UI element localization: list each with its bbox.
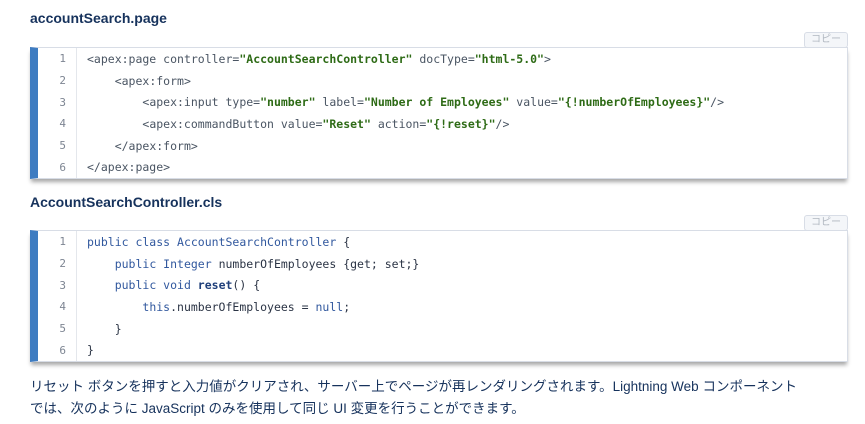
- description-paragraph: リセット ボタンを押すと入力値がクリアされ、サーバー上でページが再レンダリングさ…: [30, 376, 855, 420]
- line-number: 3: [38, 91, 77, 114]
- code-text: <apex:input type="number" label="Number …: [77, 95, 724, 109]
- code-text: public void reset() {: [77, 278, 260, 292]
- code-line: 4 this.numberOfEmployees = null;: [38, 296, 847, 318]
- code-block-cls: 1 public class AccountSearchController {2…: [30, 230, 848, 363]
- line-number: 1: [38, 231, 77, 253]
- code-token: "AccountSearchController": [239, 51, 413, 66]
- code-token: AccountSearchController: [177, 234, 337, 249]
- code-token: value=: [280, 116, 323, 131]
- code-line: 1 <apex:page controller="AccountSearchCon…: [38, 48, 847, 70]
- code-token: <apex:commandButton: [142, 116, 281, 131]
- line-number: 1: [38, 48, 77, 70]
- copy-button[interactable]: コピー: [804, 215, 848, 231]
- paragraph-line: リセット ボタンを押すと入力値がクリアされ、サーバー上でページが再レンダリングさ…: [30, 379, 797, 394]
- code-token: public void: [114, 278, 198, 293]
- line-number: 6: [38, 339, 77, 362]
- code-line: 4 <apex:commandButton value="Reset" acti…: [38, 113, 847, 135]
- code-token: public: [114, 256, 164, 271]
- code-token: numberOfEmployees {get; set;}: [211, 256, 420, 271]
- code-token: "{!reset}": [426, 116, 496, 131]
- code-line: 2 <apex:form>: [38, 69, 847, 92]
- code-text: }: [77, 322, 122, 336]
- code-line: 5 </apex:form>: [38, 134, 847, 157]
- code-token: () {: [232, 278, 261, 293]
- code-text: <apex:page controller="AccountSearchCont…: [77, 52, 551, 66]
- code-token: public class: [87, 234, 178, 249]
- code-line: 3 public void reset() {: [38, 274, 847, 297]
- code-line: 2 public Integer numberOfEmployees {get;…: [38, 252, 847, 275]
- code-token: null: [315, 299, 344, 314]
- code-line: 5 }: [38, 317, 847, 340]
- code-token: <apex:page: [87, 51, 164, 66]
- line-number: 5: [38, 134, 77, 157]
- code-token: }: [87, 321, 122, 336]
- line-number: 4: [38, 296, 77, 318]
- code-line: 6}: [38, 339, 847, 362]
- code-line: 3 <apex:input type="number" label="Numbe…: [38, 91, 847, 114]
- code-text: public Integer numberOfEmployees {get; s…: [77, 256, 420, 271]
- code-token: />: [710, 95, 725, 110]
- code-token: Integer: [163, 256, 212, 271]
- copy-button[interactable]: コピー: [804, 32, 848, 48]
- code-text: </apex:form>: [77, 139, 198, 153]
- code-token: {: [336, 234, 351, 249]
- line-number: 2: [38, 69, 77, 92]
- code-token: "Reset": [322, 116, 371, 131]
- code-token: reset: [197, 278, 233, 293]
- code-text: }: [77, 343, 94, 357]
- code-token: <apex:form>: [114, 73, 191, 88]
- code-token: }: [87, 343, 94, 358]
- file-title-page: accountSearch.page: [30, 10, 167, 26]
- code-line: 6 </apex:page>: [38, 156, 847, 179]
- code-token: "{!numberOfEmployees}": [557, 95, 711, 110]
- code-line: 1 public class AccountSearchController {: [38, 231, 847, 253]
- code-token: "number": [260, 95, 316, 110]
- code-token: />: [495, 116, 510, 131]
- paragraph-line: では、次のように JavaScript のみを使用して同じ UI 変更を行うこと…: [30, 401, 525, 416]
- code-token: action=: [370, 116, 427, 131]
- code-text: <apex:form>: [77, 74, 191, 88]
- line-number: 4: [38, 113, 77, 135]
- line-number: 5: [38, 317, 77, 340]
- code-token: ;: [343, 299, 351, 314]
- code-token: type=: [225, 95, 261, 110]
- code-token: </apex:form>: [114, 138, 198, 153]
- code-token: </apex:page>: [87, 160, 171, 175]
- code-text: </apex:page>: [77, 160, 170, 174]
- code-token: <apex:input: [142, 95, 226, 110]
- code-token: controller=: [163, 51, 240, 66]
- line-number: 6: [38, 156, 77, 179]
- file-title-cls: AccountSearchController.cls: [30, 194, 223, 210]
- code-token: >: [544, 51, 551, 66]
- code-text: <apex:commandButton value="Reset" action…: [77, 117, 509, 131]
- code-token: "Number of Employees": [363, 95, 510, 110]
- line-number: 2: [38, 252, 77, 275]
- code-token: .numberOfEmployees =: [170, 299, 316, 314]
- code-token: "html-5.0": [474, 51, 544, 66]
- code-text: public class AccountSearchController {: [77, 235, 350, 249]
- line-number: 3: [38, 274, 77, 297]
- code-token: docType=: [412, 51, 475, 66]
- code-token: value=: [509, 95, 558, 110]
- code-block-page: 1 <apex:page controller="AccountSearchCon…: [30, 47, 848, 180]
- code-token: label=: [315, 95, 364, 110]
- code-text: this.numberOfEmployees = null;: [77, 300, 350, 314]
- code-token: this: [142, 299, 171, 314]
